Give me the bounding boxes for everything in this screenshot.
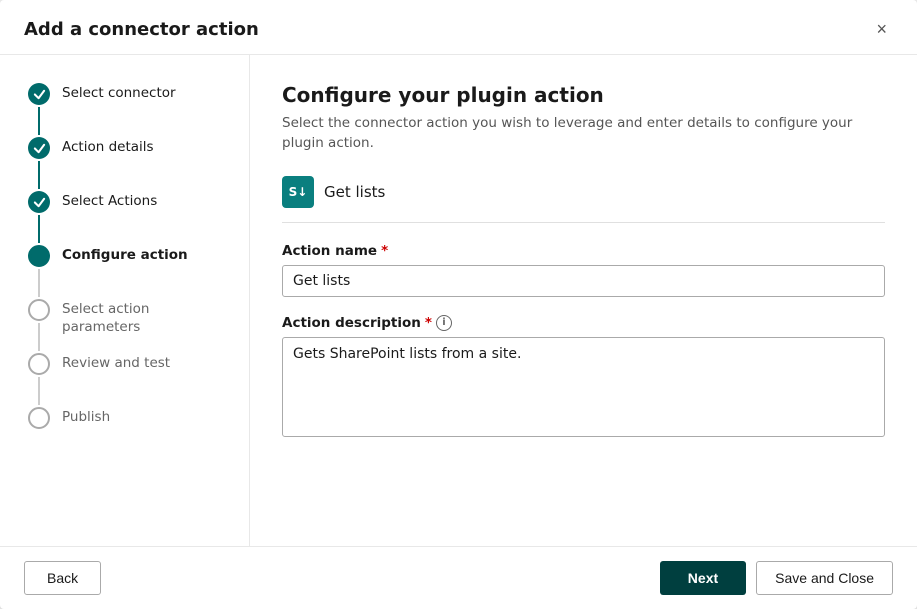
sidebar: Select connector Action details — [0, 55, 250, 546]
sidebar-item-label-publish: Publish — [62, 407, 110, 427]
action-name-field-group: Action name * — [282, 243, 885, 297]
step-line-5 — [38, 323, 40, 351]
action-description-label-text: Action description — [282, 315, 421, 331]
step-connector-review-and-test — [28, 353, 50, 407]
next-button[interactable]: Next — [660, 561, 746, 595]
step-icon-action-details — [28, 137, 50, 159]
step-connector-select-actions — [28, 191, 50, 245]
step-line-1 — [38, 107, 40, 135]
action-display-name: Get lists — [324, 183, 385, 201]
footer-right: Next Save and Close — [660, 561, 893, 595]
step-connector-publish — [28, 407, 50, 429]
sidebar-item-label-select-action-parameters: Select action parameters — [62, 299, 229, 336]
step-icon-configure-action — [28, 245, 50, 267]
modal-footer: Back Next Save and Close — [0, 546, 917, 609]
step-item-action-details: Action details — [28, 137, 229, 191]
step-item-configure-action: Configure action — [28, 245, 229, 299]
step-connector-select-connector — [28, 83, 50, 137]
step-connector-configure-action — [28, 245, 50, 299]
back-button[interactable]: Back — [24, 561, 101, 595]
step-connector-select-action-parameters — [28, 299, 50, 353]
sidebar-item-label-select-actions: Select Actions — [62, 191, 157, 211]
step-line-6 — [38, 377, 40, 405]
check-icon-3 — [33, 196, 46, 209]
action-description-field-group: Action description * i Gets SharePoint l… — [282, 315, 885, 441]
action-name-input[interactable] — [282, 265, 885, 297]
action-icon: S↓ — [282, 176, 314, 208]
step-item-select-actions: Select Actions — [28, 191, 229, 245]
action-name-label: Action name * — [282, 243, 885, 259]
sidebar-item-label-select-connector: Select connector — [62, 83, 176, 103]
step-item-review-and-test: Review and test — [28, 353, 229, 407]
step-line-4 — [38, 269, 40, 297]
action-name-label-text: Action name — [282, 243, 377, 259]
step-icon-publish — [28, 407, 50, 429]
modal-title: Add a connector action — [24, 19, 259, 40]
step-line-2 — [38, 161, 40, 189]
sidebar-item-label-action-details: Action details — [62, 137, 154, 157]
sidebar-item-label-configure-action: Configure action — [62, 245, 188, 265]
check-icon-2 — [33, 142, 46, 155]
action-description-label: Action description * i — [282, 315, 885, 331]
main-content: Configure your plugin action Select the … — [250, 55, 917, 546]
step-line-3 — [38, 215, 40, 243]
main-section-title: Configure your plugin action — [282, 83, 885, 107]
step-item-select-action-parameters: Select action parameters — [28, 299, 229, 353]
action-description-required-star: * — [425, 315, 432, 331]
step-connector-action-details — [28, 137, 50, 191]
check-icon — [33, 88, 46, 101]
main-section-subtitle: Select the connector action you wish to … — [282, 113, 885, 154]
action-icon-label: S↓ — [289, 185, 308, 199]
action-description-textarea[interactable]: Gets SharePoint lists from a site. — [282, 337, 885, 437]
action-name-required-star: * — [381, 243, 388, 259]
info-icon[interactable]: i — [436, 315, 452, 331]
step-icon-select-connector — [28, 83, 50, 105]
modal-container: Add a connector action × Select connecto… — [0, 0, 917, 609]
step-icon-review-and-test — [28, 353, 50, 375]
modal-body: Select connector Action details — [0, 55, 917, 546]
close-button[interactable]: × — [870, 18, 893, 40]
modal-header: Add a connector action × — [0, 0, 917, 55]
sidebar-item-label-review-and-test: Review and test — [62, 353, 170, 373]
step-icon-select-actions — [28, 191, 50, 213]
save-close-button[interactable]: Save and Close — [756, 561, 893, 595]
step-icon-select-action-parameters — [28, 299, 50, 321]
action-header: S↓ Get lists — [282, 176, 885, 223]
step-item-select-connector: Select connector — [28, 83, 229, 137]
step-item-publish: Publish — [28, 407, 229, 429]
